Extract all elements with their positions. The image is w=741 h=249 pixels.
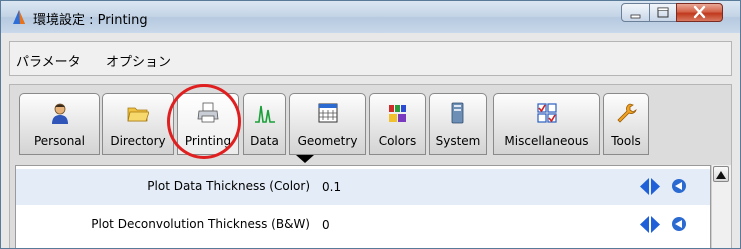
tab-printing[interactable]: Printing: [177, 93, 239, 155]
tab-tools-label: Tools: [611, 134, 641, 148]
tab-directory[interactable]: Directory: [102, 93, 174, 155]
tab-system-label: System: [435, 134, 481, 148]
setting-label: Plot Deconvolution Thickness (B&W): [91, 217, 310, 231]
tab-system[interactable]: System: [429, 93, 487, 155]
triangle-up-icon: [716, 171, 726, 179]
tab-printing-label: Printing: [184, 134, 232, 148]
system-icon: [451, 102, 464, 124]
folder-icon: [127, 107, 149, 122]
preferences-window: 環境設定 : Printing パラメータ オプション Personal Dir…: [0, 0, 741, 249]
active-tab-pointer: [296, 155, 314, 163]
left-right-arrow-icon[interactable]: [640, 216, 660, 233]
tab-tools[interactable]: Tools: [603, 93, 649, 155]
menu-options[interactable]: オプション: [106, 51, 171, 70]
maximize-button[interactable]: [649, 3, 677, 22]
spectrum-icon: [254, 105, 275, 123]
tab-personal[interactable]: Personal: [19, 93, 100, 155]
printer-icon: [197, 102, 219, 123]
minimize-button[interactable]: [621, 3, 650, 22]
scroll-up-button[interactable]: [713, 166, 729, 182]
settings-table: Plot Data Thickness (Color) 0.1 Plot Dec…: [15, 165, 711, 248]
window-title: 環境設定 : Printing: [33, 13, 148, 28]
vertical-scrollbar[interactable]: [711, 165, 731, 248]
table-row[interactable]: Plot Deconvolution Thickness (B&W) 0: [16, 207, 710, 243]
tab-data[interactable]: Data: [243, 93, 286, 155]
tab-geometry-label: Geometry: [297, 134, 358, 148]
title-bar[interactable]: 環境設定 : Printing: [1, 1, 740, 33]
wrench-icon: [617, 103, 637, 123]
colors-icon: [388, 105, 406, 122]
setting-value[interactable]: 0: [322, 218, 330, 232]
setting-value[interactable]: 0.1: [322, 180, 341, 194]
close-button[interactable]: [676, 3, 723, 22]
person-icon: [51, 103, 68, 124]
menu-bar: パラメータ オプション: [9, 41, 732, 76]
tab-miscellaneous[interactable]: Miscellaneous: [493, 93, 600, 155]
menu-parameters[interactable]: パラメータ: [16, 51, 81, 70]
tab-geometry[interactable]: Geometry: [289, 93, 366, 155]
reset-icon[interactable]: [671, 178, 687, 194]
tab-colors[interactable]: Colors: [369, 93, 426, 155]
checkbox-grid-icon: [536, 103, 557, 123]
geometry-icon: [318, 103, 337, 123]
table-row[interactable]: Plot Data Thickness (Color) 0.1: [16, 169, 710, 205]
tab-directory-label: Directory: [110, 134, 166, 148]
close-icon: [693, 5, 706, 19]
minimize-icon: [630, 14, 641, 19]
maximize-icon: [657, 7, 669, 18]
setting-label: Plot Data Thickness (Color): [147, 179, 310, 193]
tab-data-label: Data: [250, 134, 279, 148]
reset-icon[interactable]: [671, 216, 687, 232]
tab-personal-label: Personal: [33, 134, 85, 148]
app-logo-icon: [13, 10, 25, 24]
tab-colors-label: Colors: [378, 134, 417, 148]
tab-miscellaneous-label: Miscellaneous: [504, 134, 589, 148]
left-right-arrow-icon[interactable]: [640, 178, 660, 195]
